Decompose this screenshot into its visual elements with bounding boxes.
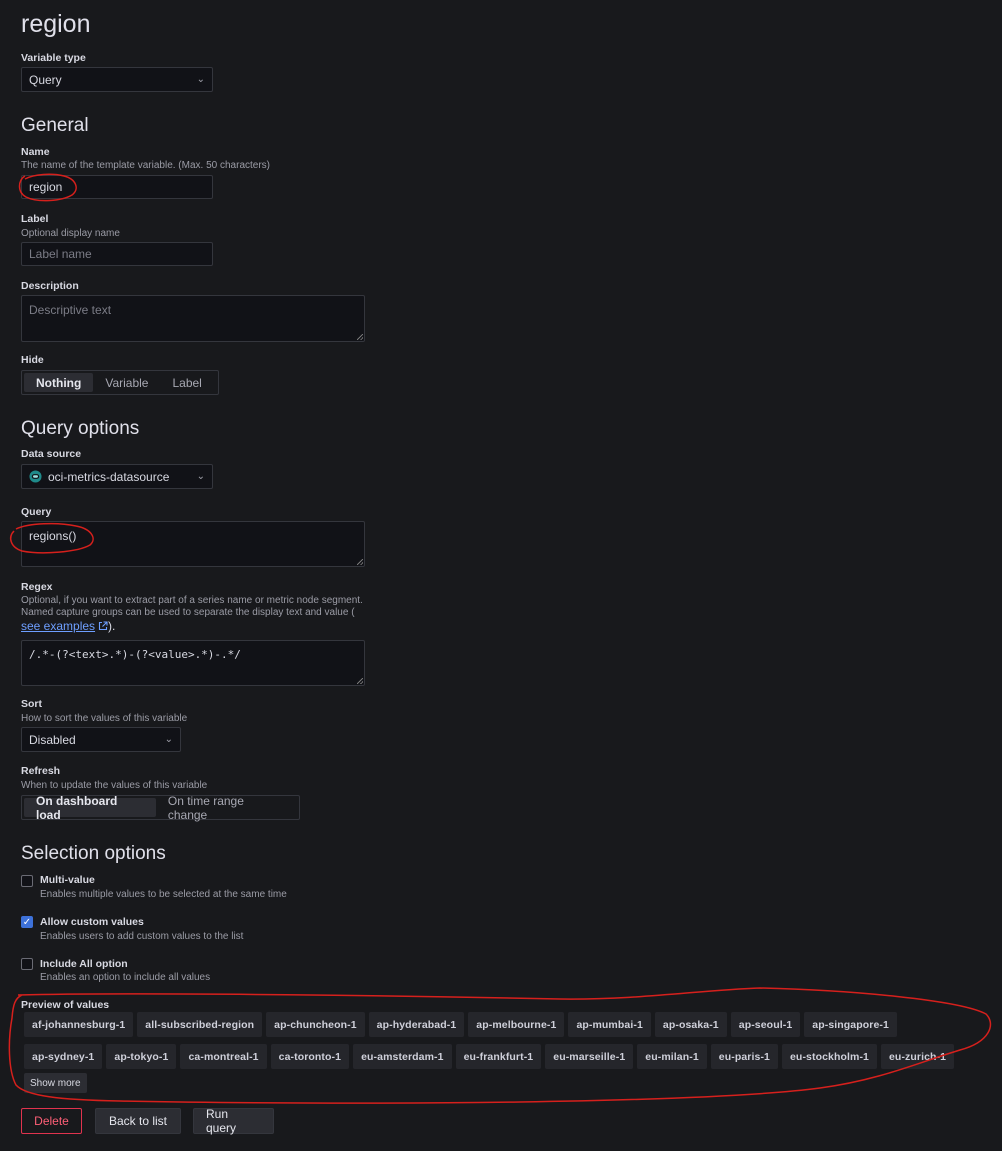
description-placeholder: Descriptive text xyxy=(29,303,112,317)
chevron-down-icon: ⌄ xyxy=(196,471,205,482)
preview-value-chip: eu-marseille-1 xyxy=(545,1044,634,1069)
label-description: Optional display name xyxy=(21,228,120,239)
refresh-description: When to update the values of this variab… xyxy=(21,780,208,791)
preview-value-chip: ap-tokyo-1 xyxy=(106,1044,177,1069)
preview-value-chip: ca-montreal-1 xyxy=(180,1044,267,1069)
data-source-select[interactable]: oci-metrics-datasource ⌄ xyxy=(21,464,213,489)
regex-label: Regex xyxy=(21,581,53,593)
sort-select[interactable]: Disabled ⌄ xyxy=(21,727,181,752)
preview-value-chip: eu-paris-1 xyxy=(710,1044,778,1069)
variable-type-value: Query xyxy=(29,72,62,87)
hide-option-nothing[interactable]: Nothing xyxy=(24,373,94,392)
multi-value-title: Multi-value xyxy=(40,874,95,886)
run-query-button[interactable]: Run query xyxy=(193,1107,274,1135)
preview-value-chip: eu-stockholm-1 xyxy=(781,1044,877,1069)
show-more-button[interactable]: Show more xyxy=(24,1073,87,1093)
sort-description: How to sort the values of this variable xyxy=(21,713,188,724)
refresh-option-dashboard-load[interactable]: On dashboard load xyxy=(24,794,156,822)
regex-description-end: ). xyxy=(108,619,116,633)
refresh-radio-group: On dashboard load On time range change xyxy=(21,794,300,822)
resize-handle-icon[interactable] xyxy=(357,559,363,565)
refresh-option-time-range-change[interactable]: On time range change xyxy=(156,794,297,822)
preview-value-chip: ap-singapore-1 xyxy=(804,1012,897,1037)
hide-label: Hide xyxy=(21,354,44,366)
oci-datasource-icon xyxy=(29,469,42,483)
multi-value-description: Enables multiple values to be selected a… xyxy=(40,889,287,900)
regex-value: /.*-(?<text>.*)-(?<value>.*)-.*/ xyxy=(29,648,241,661)
hide-option-label[interactable]: Label xyxy=(160,373,213,392)
include-all-checkbox[interactable] xyxy=(21,958,33,970)
external-link-icon[interactable] xyxy=(98,621,108,631)
name-value: region xyxy=(29,180,63,194)
selection-options-heading: Selection options xyxy=(21,843,166,864)
sort-value: Disabled xyxy=(29,732,76,747)
hide-option-variable[interactable]: Variable xyxy=(93,373,160,392)
resize-handle-icon[interactable] xyxy=(357,334,363,340)
preview-value-chip: af-johannesburg-1 xyxy=(24,1012,134,1037)
back-to-list-button[interactable]: Back to list xyxy=(95,1108,181,1134)
preview-label: Preview of values xyxy=(21,999,110,1011)
variable-type-label: Variable type xyxy=(21,52,86,64)
query-label: Query xyxy=(21,506,52,518)
include-all-description: Enables an option to include all values xyxy=(40,972,211,983)
name-input[interactable]: region xyxy=(21,175,213,199)
label-input[interactable]: Label name xyxy=(21,242,213,266)
preview-value-chip: eu-amsterdam-1 xyxy=(353,1044,452,1069)
chevron-down-icon: ⌄ xyxy=(196,74,205,85)
multi-value-checkbox[interactable] xyxy=(21,875,33,887)
preview-value-chip: ap-mumbai-1 xyxy=(568,1012,651,1037)
label-placeholder: Label name xyxy=(29,247,92,261)
regex-examples-line: see examples). xyxy=(21,620,115,633)
data-source-label: Data source xyxy=(21,448,82,460)
query-options-heading: Query options xyxy=(21,418,140,439)
data-source-value: oci-metrics-datasource xyxy=(48,469,170,484)
page-title: region xyxy=(21,10,91,38)
preview-value-chip: ap-seoul-1 xyxy=(730,1012,801,1037)
preview-value-chip: ap-osaka-1 xyxy=(654,1012,727,1037)
refresh-label: Refresh xyxy=(21,765,61,777)
preview-value-chip: ca-toronto-1 xyxy=(270,1044,350,1069)
query-value: regions() xyxy=(29,529,77,543)
description-label: Description xyxy=(21,280,79,292)
regex-textarea[interactable]: /.*-(?<text>.*)-(?<value>.*)-.*/ xyxy=(21,640,365,686)
custom-values-title: Allow custom values xyxy=(40,916,144,928)
hide-radio-group: Nothing Variable Label xyxy=(21,370,219,395)
resize-handle-icon[interactable] xyxy=(357,678,363,684)
label-label: Label xyxy=(21,213,49,225)
variable-type-select[interactable]: Query ⌄ xyxy=(21,67,213,92)
preview-value-chip: all-subscribed-region xyxy=(137,1012,263,1037)
chevron-down-icon: ⌄ xyxy=(164,734,173,745)
sort-label: Sort xyxy=(21,698,42,710)
delete-button[interactable]: Delete xyxy=(21,1108,82,1134)
preview-value-chip: eu-frankfurt-1 xyxy=(455,1044,542,1069)
name-description: The name of the template variable. (Max.… xyxy=(21,160,271,171)
preview-value-chip: ap-chuncheon-1 xyxy=(266,1012,365,1037)
regex-description-line2: Named capture groups can be used to sepa… xyxy=(21,607,355,618)
preview-value-chip: ap-hyderabad-1 xyxy=(368,1012,465,1037)
preview-value-chip: ap-sydney-1 xyxy=(24,1044,103,1069)
include-all-title: Include All option xyxy=(40,958,128,970)
preview-value-chip: eu-milan-1 xyxy=(637,1044,707,1069)
custom-values-description: Enables users to add custom values to th… xyxy=(40,931,244,942)
preview-value-chip: eu-zurich-1 xyxy=(880,1044,955,1069)
preview-values-list: af-johannesburg-1 all-subscribed-region ap… xyxy=(24,1012,979,1069)
query-textarea[interactable]: regions() xyxy=(21,521,365,567)
general-heading: General xyxy=(21,115,89,136)
description-textarea[interactable]: Descriptive text xyxy=(21,295,365,342)
custom-values-checkbox[interactable]: ✓ xyxy=(21,916,33,928)
see-examples-link[interactable]: see examples xyxy=(21,619,95,633)
preview-value-chip: ap-melbourne-1 xyxy=(468,1012,565,1037)
name-label: Name xyxy=(21,146,50,158)
